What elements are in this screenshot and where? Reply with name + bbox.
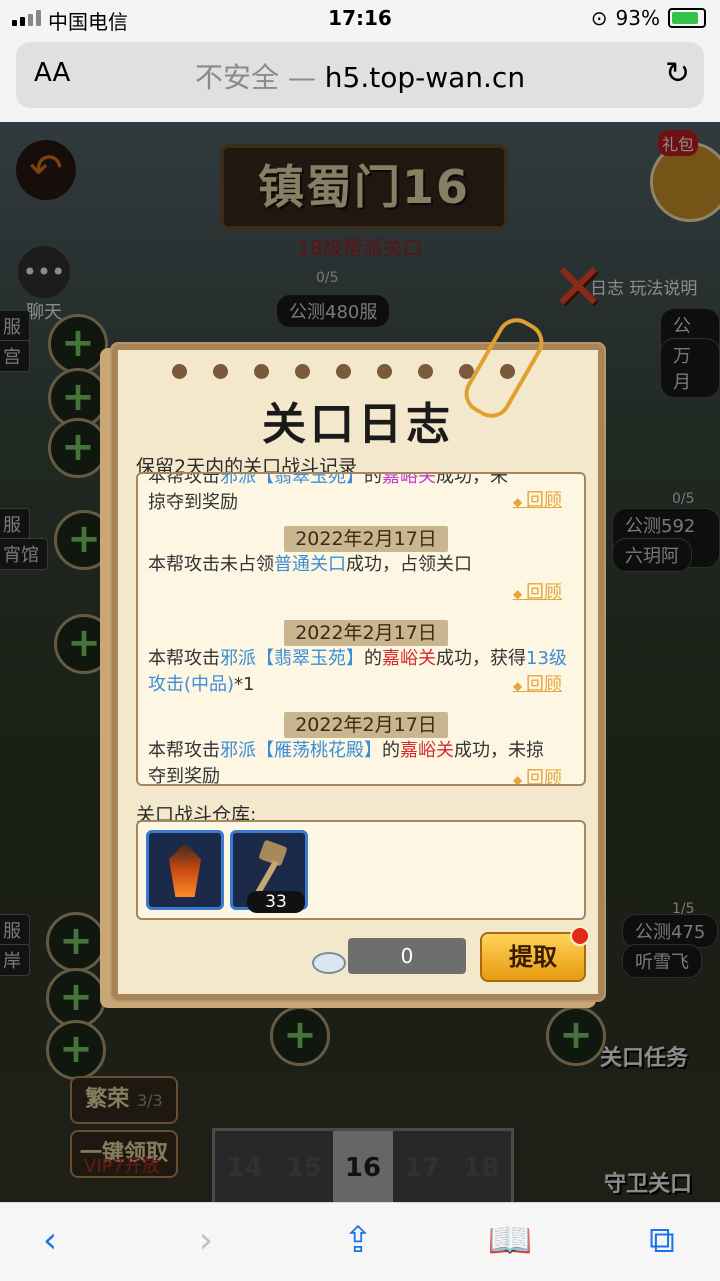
log-entry: 本帮攻击邪派【雁荡桃花殿】的嘉峪关成功，未掠 夺到奖励	[148, 738, 572, 786]
log-text: 本帮攻击	[148, 648, 220, 669]
url-separator: —	[287, 61, 316, 94]
log-entry: 本帮攻击邪派【翡翠玉苑】的嘉峪关成功，未 掠夺到奖励	[148, 472, 572, 516]
log-text: 夺到奖励	[148, 766, 220, 786]
faction-link[interactable]: 邪派	[220, 648, 256, 669]
extract-label: 提取	[509, 943, 557, 971]
battery-fill	[672, 12, 698, 24]
pass-link[interactable]: 嘉峪关	[400, 740, 454, 761]
lock-rotation-icon: ⊙	[590, 6, 608, 30]
reward-link[interactable]: 13	[526, 648, 549, 669]
log-text: 掠夺到奖励	[148, 492, 238, 513]
pass-link[interactable]: 嘉峪关	[382, 648, 436, 669]
pass-log-dialog: 关口日志 保留2天内的关口战斗记录 本帮攻击邪派【翡翠玉苑】的嘉峪关成功，未 掠…	[110, 310, 606, 1002]
status-bar: 中国电信 17:16 ⊙ 93%	[0, 0, 720, 36]
log-text: 成功，未	[436, 472, 508, 487]
address-bar: AA 不安全 — h5.top-wan.cn ↻	[0, 36, 720, 122]
storage-item-slot[interactable]	[146, 830, 224, 910]
extract-button[interactable]: 提取	[480, 926, 590, 982]
silver-ingot-icon	[312, 952, 346, 974]
dialog-title: 关口日志	[262, 399, 454, 450]
url-display[interactable]: 不安全 — h5.top-wan.cn	[0, 56, 720, 96]
log-text: 的	[364, 472, 382, 487]
faction-link[interactable]: 邪派	[220, 740, 256, 761]
game-canvas: ↶ 镇蜀门16 18级帮派关口 礼包 ••• 聊天 0/5 公测480服 公测 …	[0, 122, 720, 1202]
log-text: 本帮攻击	[148, 740, 220, 761]
share-icon[interactable]: ⇪	[334, 1217, 382, 1265]
fire-crystal-icon	[169, 843, 201, 897]
guild-link[interactable]: 【翡翠玉苑】	[256, 474, 364, 487]
currency-amount: 0	[348, 938, 466, 974]
pass-link[interactable]: 嘉峪关	[382, 474, 436, 487]
storage-item-slot[interactable]: 33	[230, 830, 308, 913]
storage-panel: 33	[136, 820, 586, 920]
log-text: 本帮攻击未占领	[148, 554, 274, 575]
browser-toolbar: ‹ › ⇪ 📖 ⧉	[0, 1202, 720, 1281]
battery-percent: 93%	[615, 6, 660, 30]
insecure-label: 不安全	[194, 61, 279, 94]
log-entry: 本帮攻击邪派【翡翠玉苑】的嘉峪关成功，获得13级攻击(中品)*1	[148, 646, 572, 698]
log-date: 2022年2月17日	[284, 620, 448, 646]
faction-link[interactable]: 邪派	[220, 474, 256, 487]
log-text: *1	[234, 674, 255, 695]
battery-indicator: ⊙ 93%	[591, 6, 706, 30]
log-text: 的	[364, 648, 382, 669]
guild-link[interactable]: 【雁荡桃花殿】	[256, 740, 382, 761]
notification-dot	[570, 926, 590, 946]
battle-log-list[interactable]: 本帮攻击邪派【翡翠玉苑】的嘉峪关成功，未 掠夺到奖励 回顾 2022年2月17日…	[136, 472, 586, 786]
log-text: 的	[382, 740, 400, 761]
url-text: h5.top-wan.cn	[324, 61, 526, 94]
pass-link[interactable]: 普通关口	[274, 554, 346, 575]
review-button[interactable]: 回顾	[513, 486, 562, 512]
log-text: 本帮攻击	[148, 472, 220, 487]
reload-icon[interactable]: ↻	[665, 56, 690, 91]
review-button[interactable]: 回顾	[513, 670, 562, 696]
log-date: 2022年2月17日	[284, 526, 448, 552]
review-button[interactable]: 回顾	[513, 764, 562, 784]
log-text: 成功，未掠	[454, 740, 544, 761]
bookmarks-icon[interactable]: 📖	[486, 1217, 534, 1265]
log-entry: 本帮攻击未占领普通关口成功，占领关口	[148, 552, 572, 578]
back-icon[interactable]: ‹	[26, 1217, 74, 1265]
log-text: 成功，占领关口	[346, 554, 472, 575]
log-date: 2022年2月17日	[284, 712, 448, 738]
battery-icon	[668, 8, 706, 28]
review-button[interactable]: 回顾	[513, 578, 562, 604]
log-text: 成功，获得	[436, 648, 526, 669]
forward-icon[interactable]: ›	[182, 1217, 230, 1265]
tabs-icon[interactable]: ⧉	[638, 1217, 686, 1265]
item-count: 33	[247, 891, 305, 913]
guild-link[interactable]: 【翡翠玉苑】	[256, 648, 364, 669]
binder-holes	[172, 364, 515, 379]
